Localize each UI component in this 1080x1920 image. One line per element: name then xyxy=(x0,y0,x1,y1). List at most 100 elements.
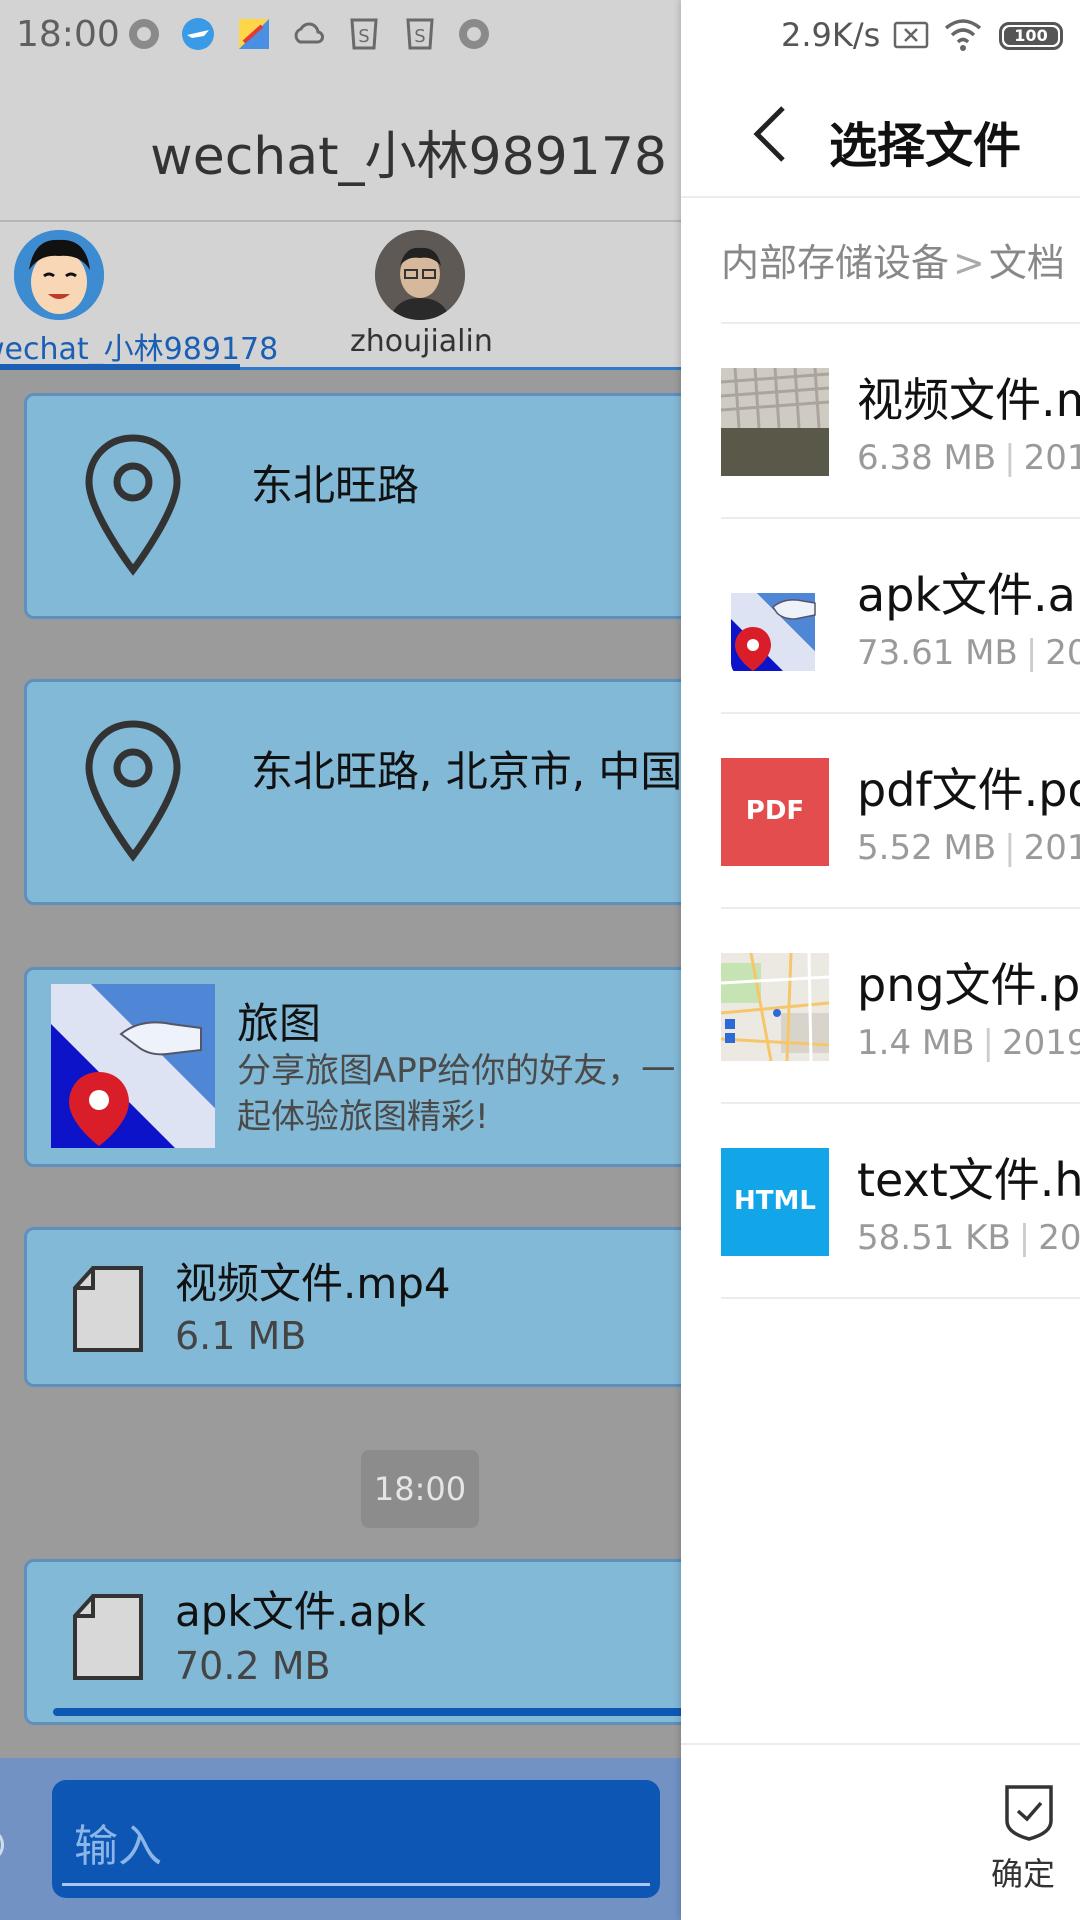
back-arrow-icon[interactable] xyxy=(745,102,795,166)
contact-tabs: wechat_小林989178 zhoujialin xyxy=(0,222,681,370)
file-size: 1.4 MB xyxy=(857,1023,975,1063)
file-name: 视频文件.mp4 xyxy=(857,373,1080,427)
app-thumbnail xyxy=(51,984,215,1148)
chevron-right-icon: > xyxy=(953,241,985,285)
file-name: text文件.html xyxy=(857,1153,1080,1207)
chat-title: wechat_小林989178 xyxy=(150,127,667,187)
chat-screen: 18:00 S S wechat_小林989178 wechat_小林98917 xyxy=(0,0,681,1920)
network-speed: 2.9K/s xyxy=(781,16,881,54)
breadcrumb: 内部存储设备 > 文档 xyxy=(721,232,1065,287)
file-date: 2019/ xyxy=(1002,1023,1080,1063)
file-message[interactable]: apk文件.apk 70.2 MB xyxy=(24,1559,681,1725)
battery-level: 100 xyxy=(1004,27,1058,45)
app-share-message[interactable]: 旅图 分享旅图APP给你的好友，一起体验旅图精彩! xyxy=(24,967,681,1167)
tab-label: wechat_小林989178 xyxy=(0,332,279,367)
location-text: 东北旺路, 北京市, 中国 xyxy=(251,747,681,796)
wifi-icon xyxy=(944,19,982,51)
input-underline xyxy=(62,1883,650,1886)
file-size: 6.1 MB xyxy=(175,1314,307,1358)
tab-label: zhoujialin xyxy=(350,324,493,359)
tab-contact-xiaolin[interactable]: wechat_小林989178 xyxy=(0,222,278,370)
file-name: apk文件.apk xyxy=(175,1587,426,1636)
cartoon-avatar-icon xyxy=(14,230,104,320)
file-meta: 73.61 MB|2019 xyxy=(857,633,1080,673)
video-thumbnail-icon xyxy=(721,368,829,476)
travel-app-icon xyxy=(239,19,269,49)
file-name: apk文件.apk xyxy=(857,568,1080,622)
file-icon xyxy=(73,1594,143,1680)
picker-bottom-bar: 确定 xyxy=(681,1743,1080,1920)
pdf-icon-label: PDF xyxy=(745,796,805,826)
notification-circle-icon-2 xyxy=(459,19,489,49)
check-shield-icon xyxy=(1005,1785,1053,1841)
picker-header: 选择文件 xyxy=(681,72,1080,198)
location-message[interactable]: 东北旺路, 北京市, 中国 xyxy=(24,679,681,905)
tab-contact-zhoujialin[interactable]: zhoujialin xyxy=(330,222,510,370)
lvtu-app-icon xyxy=(51,984,215,1148)
apk-app-icon xyxy=(721,563,829,671)
file-size: 70.2 MB xyxy=(175,1644,331,1688)
status-bar-right: 2.9K/s 100 xyxy=(681,0,1080,72)
file-size: 58.51 KB xyxy=(857,1218,1011,1258)
html-icon: HTML xyxy=(721,1148,829,1256)
airplane-app-icon xyxy=(182,18,214,50)
confirm-label: 确定 xyxy=(991,1855,1056,1893)
confirm-button[interactable]: 确定 xyxy=(991,1781,1071,1901)
picker-title: 选择文件 xyxy=(829,118,1022,174)
file-message[interactable]: 视频文件.mp4 6.1 MB xyxy=(24,1227,681,1387)
file-date: 2019 xyxy=(1038,1218,1080,1258)
photo-avatar-icon xyxy=(375,230,465,320)
message-timestamp: 18:00 xyxy=(361,1450,479,1528)
file-row[interactable]: HTML text文件.html 58.51 KB|2019 xyxy=(721,1104,1080,1299)
file-meta: 6.38 MB|2019 xyxy=(857,438,1080,478)
s-app-icon: S xyxy=(350,18,378,50)
file-name: pdf文件.pdf xyxy=(857,763,1080,817)
file-name: png文件.png xyxy=(857,958,1080,1012)
cloud-icon xyxy=(294,22,325,44)
file-row[interactable]: PDF pdf文件.pdf 5.52 MB|2019 xyxy=(721,714,1080,909)
chat-header: wechat_小林989178 xyxy=(0,72,681,222)
input-placeholder: 输入 xyxy=(74,1821,162,1872)
message-list[interactable]: 东北旺路 东北旺路, 北京市, 中国 旅图 分享旅图APP给你的好友，一起体验旅… xyxy=(0,373,681,1758)
input-bar: 输入 xyxy=(0,1758,681,1920)
file-date: 2019 xyxy=(1023,438,1080,478)
status-time: 18:00 xyxy=(16,14,120,55)
location-pin-icon xyxy=(85,434,181,576)
svg-text:S: S xyxy=(358,26,369,47)
s-app-icon-2: S xyxy=(406,18,434,50)
file-row[interactable]: apk文件.apk 73.61 MB|2019 xyxy=(721,519,1080,714)
file-row[interactable]: png文件.png 1.4 MB|2019/ xyxy=(721,909,1080,1104)
avatar xyxy=(375,230,465,320)
file-row[interactable]: 视频文件.mp4 6.38 MB|2019 xyxy=(721,324,1080,519)
file-name: 视频文件.mp4 xyxy=(175,1259,451,1308)
file-date: 2019 xyxy=(1045,633,1080,673)
file-meta: 5.52 MB|2019 xyxy=(857,828,1080,868)
breadcrumb-item-storage[interactable]: 内部存储设备 xyxy=(721,241,949,285)
file-size: 73.61 MB xyxy=(857,633,1018,673)
map-thumbnail-icon xyxy=(721,953,829,1061)
html-icon-label: HTML xyxy=(734,1186,816,1216)
file-meta: 1.4 MB|2019/ xyxy=(857,1023,1080,1063)
file-size: 6.38 MB xyxy=(857,438,997,478)
breadcrumb-item-documents[interactable]: 文档 xyxy=(989,241,1065,285)
app-description: 分享旅图APP给你的好友，一起体验旅图精彩! xyxy=(237,1051,676,1137)
location-message[interactable]: 东北旺路 xyxy=(24,393,681,619)
file-meta: 58.51 KB|2019 xyxy=(857,1218,1080,1258)
message-input[interactable]: 输入 xyxy=(52,1780,660,1898)
selected-tab-indicator xyxy=(0,364,240,370)
file-date: 2019 xyxy=(1023,828,1080,868)
notification-circle-icon xyxy=(129,19,159,49)
file-size: 5.52 MB xyxy=(857,828,997,868)
svg-text:S: S xyxy=(414,26,425,47)
location-text: 东北旺路 xyxy=(251,461,420,510)
status-bar: 18:00 S S xyxy=(0,0,681,72)
avatar xyxy=(14,230,104,320)
voice-button-icon[interactable] xyxy=(0,1828,4,1862)
sim-card-icon xyxy=(893,21,929,49)
file-icon xyxy=(73,1266,143,1352)
app-name: 旅图 xyxy=(237,999,322,1048)
battery-icon: 100 xyxy=(999,22,1063,50)
location-pin-icon xyxy=(85,720,181,862)
file-picker-drawer: 2.9K/s 100 选择文件 内部存储设备 > 文档 视频文件.m 6.38 … xyxy=(681,0,1080,1920)
upload-progress-bar xyxy=(53,1708,681,1716)
